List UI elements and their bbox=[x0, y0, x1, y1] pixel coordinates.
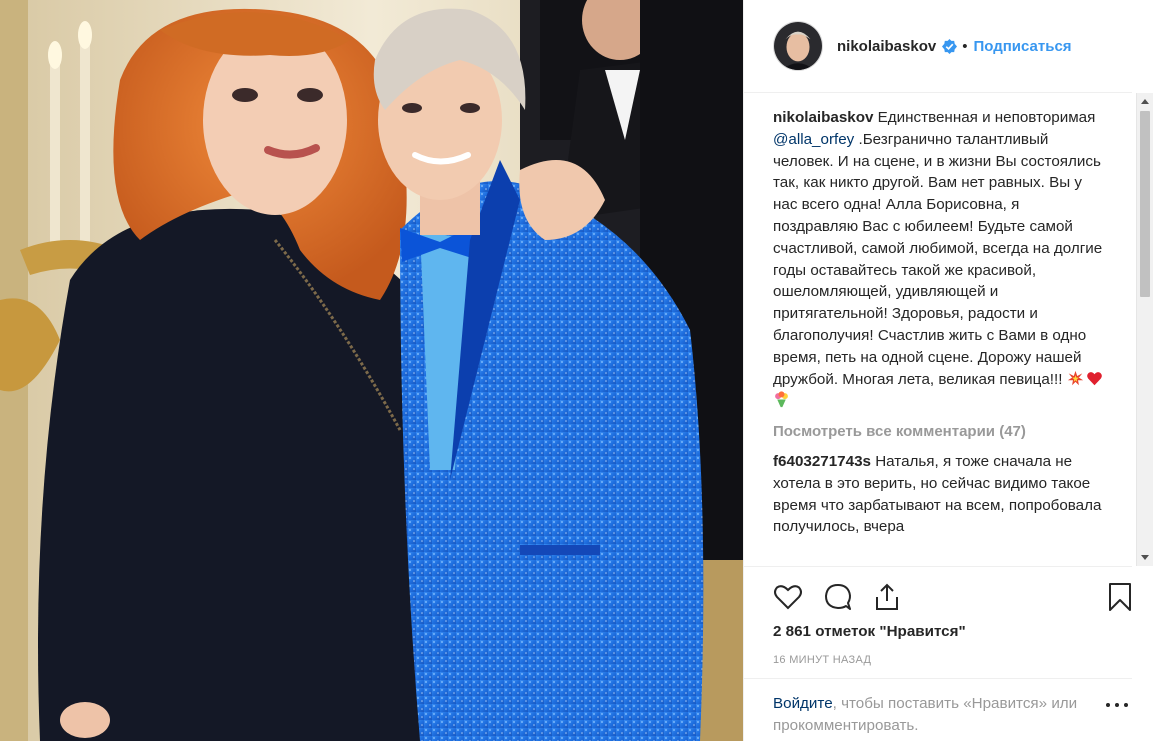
comment-username[interactable]: f6403271743s bbox=[773, 453, 871, 470]
scroll-down-arrow-icon[interactable] bbox=[1141, 555, 1149, 560]
bookmark-icon bbox=[1109, 583, 1131, 611]
bouquet-emoji-icon bbox=[775, 391, 788, 408]
heart-icon bbox=[774, 585, 802, 610]
post-timestamp[interactable]: 16 МИНУТ НАЗАД bbox=[773, 654, 871, 666]
comments-scrollbar[interactable] bbox=[1136, 93, 1153, 566]
share-button[interactable] bbox=[871, 581, 903, 613]
username-link[interactable]: nikolaibaskov bbox=[837, 38, 936, 55]
scroll-up-arrow-icon[interactable] bbox=[1141, 99, 1149, 104]
comment-item: f6403271743s Наталья, я тоже сначала не … bbox=[773, 451, 1105, 538]
more-dot bbox=[1106, 703, 1110, 707]
comment-button[interactable] bbox=[822, 581, 854, 613]
action-bar bbox=[744, 566, 1132, 626]
login-link[interactable]: Войдите bbox=[773, 695, 833, 712]
share-icon bbox=[876, 583, 898, 610]
more-dot bbox=[1115, 703, 1119, 707]
comment-icon bbox=[825, 584, 851, 610]
post-header: nikolaibaskov • Подписаться bbox=[744, 0, 1132, 93]
verified-badge-icon bbox=[942, 38, 958, 54]
follow-button[interactable]: Подписаться bbox=[973, 38, 1071, 55]
like-button[interactable] bbox=[772, 581, 804, 613]
post-image bbox=[0, 0, 743, 741]
login-prompt-text: Войдите, чтобы поставить «Нравится» или … bbox=[773, 693, 1088, 737]
caption-username[interactable]: nikolaibaskov bbox=[773, 109, 873, 126]
avatar[interactable] bbox=[773, 21, 823, 71]
scrollbar-thumb[interactable] bbox=[1140, 111, 1150, 297]
post-photo[interactable] bbox=[0, 0, 743, 741]
caption-text-2: .Безгранично талантливый человек. И на с… bbox=[773, 130, 1103, 388]
separator-dot: • bbox=[962, 37, 968, 55]
collision-emoji-icon bbox=[1067, 370, 1083, 385]
caption: nikolaibaskov Единственная и неповторима… bbox=[773, 107, 1105, 412]
view-all-comments-link[interactable]: Посмотреть все комментарии (47) bbox=[773, 421, 1105, 443]
more-dot bbox=[1124, 703, 1128, 707]
comments-list[interactable]: nikolaibaskov Единственная и неповторима… bbox=[773, 107, 1105, 565]
more-options-icon[interactable] bbox=[1106, 703, 1128, 711]
caption-text-1: Единственная и неповторимая bbox=[873, 109, 1096, 126]
save-button[interactable] bbox=[1104, 581, 1136, 613]
post-sidebar: nikolaibaskov • Подписаться nikolaibasko… bbox=[743, 0, 1155, 741]
likes-count[interactable]: 2 861 отметок "Нравится" bbox=[773, 623, 966, 640]
caption-mention-link[interactable]: @alla_orfey bbox=[773, 131, 854, 148]
red-heart-emoji-icon bbox=[1086, 371, 1102, 385]
login-prompt: Войдите, чтобы поставить «Нравится» или … bbox=[744, 678, 1132, 741]
